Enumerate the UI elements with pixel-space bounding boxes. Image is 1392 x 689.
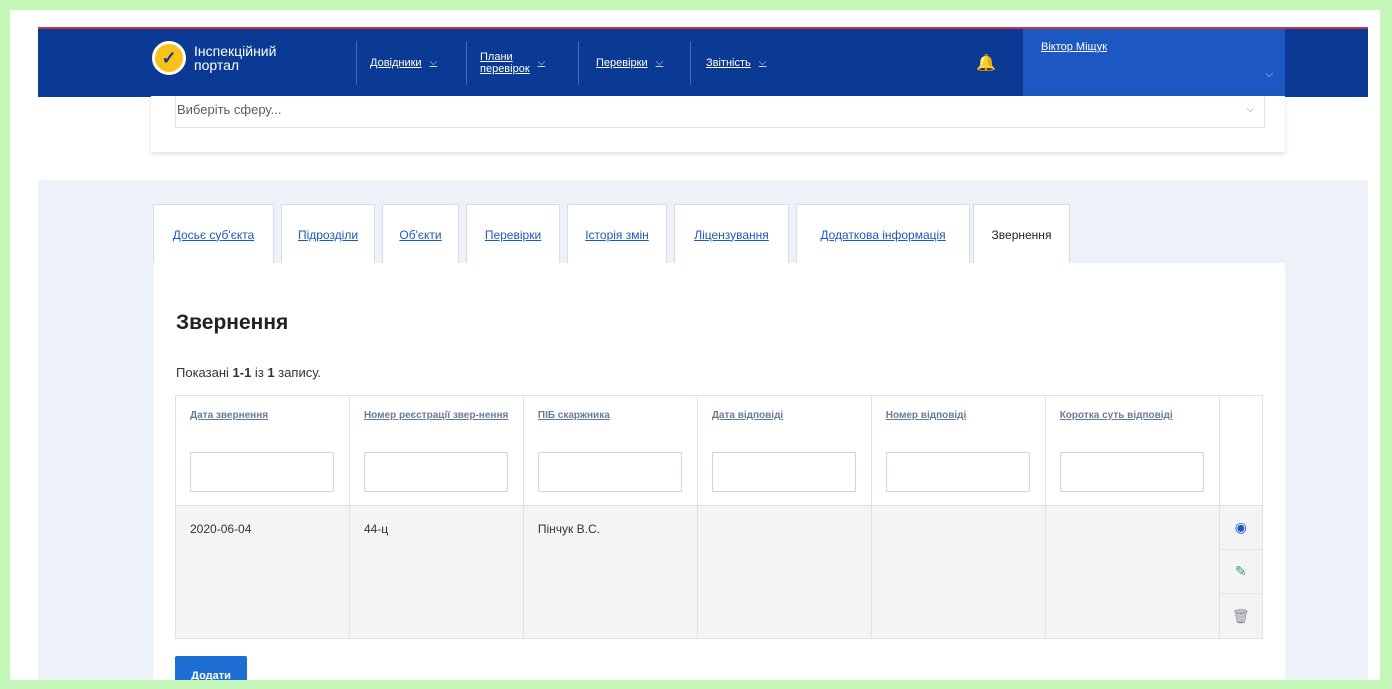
- column-header[interactable]: Коротка суть відповіді: [1044, 395, 1220, 506]
- tab-pidrozdily[interactable]: Підрозділи: [281, 204, 375, 264]
- page-title: Звернення: [176, 311, 289, 334]
- app-frame: ✓ Інспекційний портал Довідники ⌵ Плани пе…: [10, 10, 1380, 680]
- nav-item-reports[interactable]: Звітність ⌵: [706, 29, 766, 97]
- table-cell: Пінчук В.С.: [522, 505, 698, 639]
- tab-istoriia-zmin[interactable]: Історія змін: [567, 204, 667, 264]
- trash-icon[interactable]: 🗑: [1220, 594, 1262, 638]
- row-actions: ◉ ✎ 🗑: [1218, 505, 1264, 639]
- chevron-down-icon: ⌵: [655, 57, 664, 68]
- chevron-down-icon: ⌵: [429, 57, 438, 68]
- tab-panel: Звернення Показані 1-1 із 1 запису. Дата…: [153, 263, 1285, 680]
- filter-input[interactable]: [711, 452, 856, 492]
- nav-divider: [690, 41, 691, 85]
- filter-input[interactable]: [537, 452, 682, 492]
- logo-check-icon: ✓: [152, 41, 186, 75]
- nav-item-checks[interactable]: Перевірки ⌵: [596, 29, 663, 97]
- actions-header: [1218, 395, 1264, 506]
- nav-divider: [466, 41, 467, 85]
- pencil-icon[interactable]: ✎: [1219, 550, 1262, 594]
- records-summary: Показані 1-1 із 1 запису.: [176, 365, 322, 380]
- column-header[interactable]: Номер відповіді: [870, 395, 1046, 506]
- table-row: 2020-06-04 44-ц Пінчук В.С. ◉ ✎ 🗑: [175, 505, 1264, 639]
- sphere-card: Виберіть сферу... ⌵: [151, 96, 1285, 152]
- tab-dodatkova-info[interactable]: Додаткова інформація: [796, 204, 970, 264]
- nav-item-dovidnyky[interactable]: Довідники ⌵: [370, 29, 437, 97]
- nav-divider: [356, 41, 357, 85]
- column-header[interactable]: Дата відповіді: [696, 395, 872, 506]
- table-header-row: Дата звернення Номер реєстрації звер-нен…: [175, 395, 1264, 506]
- filter-input[interactable]: [885, 452, 1030, 492]
- user-menu[interactable]: Віктор Міщук ⌵: [1023, 29, 1285, 97]
- eye-icon[interactable]: ◉: [1219, 506, 1262, 550]
- table-cell: [870, 505, 1046, 639]
- chevron-down-icon: ⌵: [1265, 69, 1273, 80]
- tab-dosie[interactable]: Досьє суб'єкта: [153, 204, 274, 264]
- column-header[interactable]: ПІБ скаржника: [522, 395, 698, 506]
- bell-icon[interactable]: 🔔: [976, 53, 996, 73]
- sphere-select[interactable]: Виберіть сферу... ⌵: [175, 96, 1265, 128]
- filter-input[interactable]: [190, 452, 334, 492]
- logo-text: Інспекційний портал: [194, 43, 277, 73]
- nav-item-plans[interactable]: Плани перевірок ⌵: [480, 29, 545, 97]
- add-button[interactable]: Додати: [175, 656, 247, 680]
- chevron-down-icon: ⌵: [758, 57, 767, 68]
- table-cell: 2020-06-04: [175, 505, 350, 639]
- column-header[interactable]: Номер реєстрації звер-нення: [348, 395, 524, 506]
- content-area: Досьє суб'єкта Підрозділи Об'єкти Переві…: [38, 180, 1368, 680]
- chevron-down-icon: ⌵: [1246, 104, 1254, 115]
- top-navbar: ✓ Інспекційний портал Довідники ⌵ Плани пе…: [38, 27, 1368, 97]
- chevron-down-icon: ⌵: [537, 57, 546, 68]
- nav-divider: [578, 41, 579, 85]
- appeals-table: Дата звернення Номер реєстрації звер-нен…: [175, 395, 1264, 639]
- user-name[interactable]: Віктор Міщук: [1041, 41, 1107, 53]
- column-header[interactable]: Дата звернення: [175, 395, 350, 506]
- filter-input[interactable]: [1059, 452, 1204, 492]
- tab-obiekty[interactable]: Об'єкти: [382, 204, 459, 264]
- filter-input[interactable]: [363, 452, 508, 492]
- tab-litsenzuvannia[interactable]: Ліцензування: [674, 204, 789, 264]
- tab-perevirky[interactable]: Перевірки: [466, 204, 560, 264]
- tab-zvernennia[interactable]: Звернення: [973, 204, 1070, 265]
- table-cell: 44-ц: [348, 505, 524, 639]
- table-cell: [1044, 505, 1220, 639]
- table-cell: [696, 505, 872, 639]
- portal-logo[interactable]: ✓ Інспекційний портал: [152, 41, 276, 75]
